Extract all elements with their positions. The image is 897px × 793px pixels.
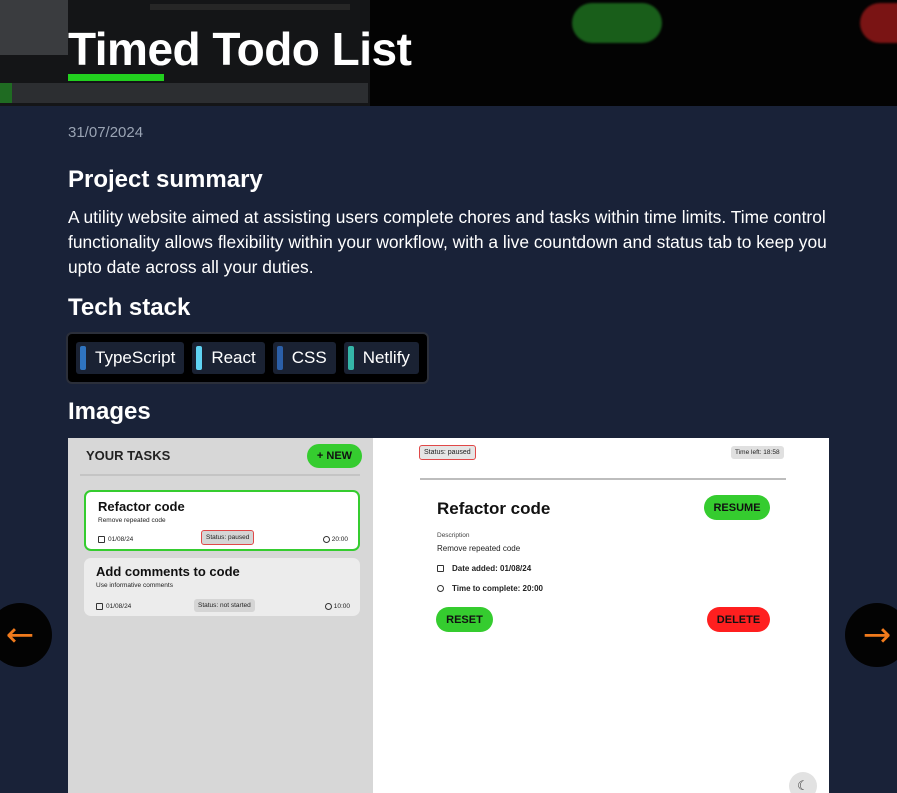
chip-label: React	[211, 348, 256, 367]
description-value: Remove repeated code	[437, 544, 521, 553]
status-badge: Status: not started	[194, 599, 255, 612]
tech-stack-list: TypeScript React CSS Netlify	[66, 332, 429, 384]
task-time: 20:00	[322, 536, 348, 543]
chip-color-bar	[196, 346, 203, 370]
chip-color-bar	[276, 346, 283, 370]
delete-button: DELETE	[707, 607, 770, 632]
reset-button: RESET	[436, 607, 493, 632]
task-time: 10:00	[324, 603, 350, 610]
calendar-icon	[96, 603, 103, 610]
tech-chip-css: CSS	[272, 342, 336, 374]
previous-image-button[interactable]: ←	[0, 603, 52, 667]
time-to-complete-row: Time to complete: 20:00	[437, 584, 543, 593]
task-subtitle: Remove repeated code	[98, 517, 166, 524]
title-underline	[68, 74, 164, 81]
task-date-value: 01/08/24	[106, 603, 132, 610]
tech-chip-typescript: TypeScript	[76, 342, 185, 374]
tech-chip-react: React	[192, 342, 265, 374]
clock-icon	[324, 603, 332, 610]
task-title: Add comments to code	[96, 564, 240, 579]
project-date: 31/07/2024	[68, 124, 144, 141]
task-card: Refactor code Remove repeated code 01/08…	[84, 490, 360, 551]
date-added-text: Date added: 01/08/24	[452, 564, 532, 573]
tasks-heading: YOUR TASKS	[86, 448, 171, 463]
chip-color-bar	[80, 346, 86, 370]
hero-background-green-pill	[572, 3, 662, 43]
task-title: Refactor code	[98, 499, 185, 514]
hero-background-panel	[0, 0, 68, 55]
task-date: 01/08/24	[98, 536, 133, 543]
new-task-button: + NEW	[307, 444, 362, 468]
hero-banner: Timed Todo List	[0, 0, 897, 106]
time-to-complete-text: Time to complete: 20:00	[452, 584, 543, 593]
chip-label: Netlify	[362, 348, 410, 367]
theme-toggle-icon: ☾	[789, 772, 817, 793]
calendar-icon	[98, 536, 105, 543]
task-subtitle: Use informative comments	[96, 582, 173, 589]
chip-label: CSS	[291, 348, 327, 367]
detail-status-badge: Status: paused	[419, 445, 476, 460]
task-date-value: 01/08/24	[108, 536, 134, 543]
status-badge: Status: paused	[201, 530, 255, 545]
description-label: Description	[437, 532, 470, 539]
hero-background-line	[150, 4, 350, 10]
hero-background-red-pill	[860, 3, 897, 43]
clock-icon	[322, 536, 330, 543]
calendar-icon	[437, 565, 444, 572]
chip-label: TypeScript	[95, 348, 176, 367]
hero-background-strip	[0, 83, 368, 103]
task-time-value: 20:00	[331, 536, 348, 543]
images-heading: Images	[68, 398, 151, 425]
gallery-image: YOUR TASKS + NEW Refactor code Remove re…	[68, 438, 829, 793]
page-title: Timed Todo List	[68, 23, 412, 75]
time-left-badge: Time left: 18:58	[731, 446, 784, 459]
date-added-row: Date added: 01/08/24	[437, 564, 531, 573]
divider	[80, 474, 360, 476]
tech-chip-netlify: Netlify	[343, 342, 419, 374]
tech-stack-heading: Tech stack	[68, 294, 191, 321]
summary-text: A utility website aimed at assisting use…	[68, 207, 827, 277]
task-date: 01/08/24	[96, 603, 131, 610]
chip-color-bar	[347, 346, 354, 370]
screenshot-task-list: YOUR TASKS + NEW Refactor code Remove re…	[68, 438, 373, 793]
resume-button: RESUME	[704, 495, 770, 520]
detail-title: Refactor code	[437, 499, 551, 518]
next-image-button[interactable]: →	[845, 603, 897, 667]
stopwatch-icon	[437, 585, 444, 592]
task-time-value: 10:00	[333, 603, 350, 610]
divider	[420, 478, 786, 480]
summary-heading: Project summary	[68, 166, 263, 193]
task-card: Add comments to code Use informative com…	[84, 558, 360, 616]
